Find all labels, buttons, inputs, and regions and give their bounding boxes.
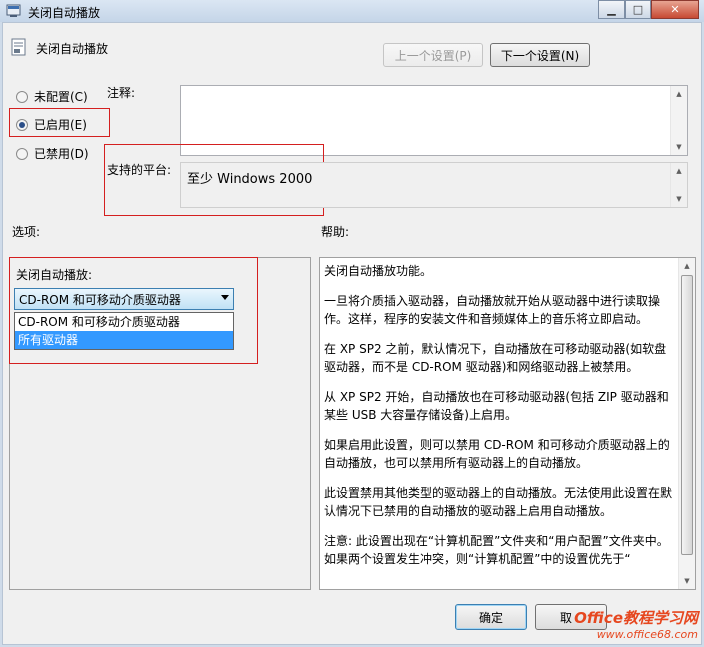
minimize-icon: ▁ bbox=[607, 3, 616, 16]
platform-label: 支持的平台: bbox=[107, 163, 172, 177]
options-label: 关闭自动播放: bbox=[16, 268, 93, 282]
ok-button[interactable]: 确定 bbox=[455, 604, 527, 630]
autoplay-drive-combobox[interactable]: CD-ROM 和可移动介质驱动器 bbox=[14, 288, 234, 310]
help-paragraph: 一旦将介质插入驱动器，自动播放就开始从驱动器中进行读取操作。这样，程序的安装文件… bbox=[324, 294, 661, 326]
window-title: 关闭自动播放 bbox=[28, 6, 101, 20]
help-panel: 关闭自动播放功能。 一旦将介质插入驱动器，自动播放就开始从驱动器中进行读取操作。… bbox=[319, 257, 696, 590]
radio-label: 已禁用(D) bbox=[34, 147, 89, 161]
minimize-button[interactable]: ▁ bbox=[598, 0, 625, 19]
autoplay-drive-dropdown: CD-ROM 和可移动介质驱动器 所有驱动器 bbox=[14, 312, 234, 350]
maximize-icon: □ bbox=[632, 3, 644, 16]
comment-label: 注释: bbox=[107, 86, 136, 100]
scroll-up-icon[interactable]: ▲ bbox=[679, 258, 695, 274]
help-paragraph: 从 XP SP2 开始，自动播放也在可移动驱动器(包括 ZIP 驱动器和某些 U… bbox=[324, 390, 669, 422]
scroll-up-icon[interactable]: ▲ bbox=[671, 163, 687, 179]
radio-enabled[interactable]: 已启用(E) bbox=[16, 116, 87, 133]
help-paragraph: 此设置禁用其他类型的驱动器上的自动播放。无法使用此设置在默认情况下已禁用的自动播… bbox=[324, 486, 673, 518]
policy-title: 关闭自动播放 bbox=[36, 42, 109, 56]
help-scrollbar[interactable]: ▲ ▼ bbox=[678, 258, 695, 589]
help-text: 关闭自动播放功能。 一旦将介质插入驱动器，自动播放就开始从驱动器中进行读取操作。… bbox=[324, 262, 676, 580]
radio-circle bbox=[16, 90, 28, 103]
dropdown-option[interactable]: CD-ROM 和可移动介质驱动器 bbox=[15, 313, 233, 331]
scroll-down-icon[interactable]: ▼ bbox=[671, 139, 687, 155]
radio-label: 未配置(C) bbox=[34, 90, 88, 104]
help-paragraph: 注意: 此设置出现在“计算机配置”文件夹和“用户配置”文件夹中。如果两个设置发生… bbox=[324, 534, 669, 566]
radio-not-configured[interactable]: 未配置(C) bbox=[16, 88, 88, 105]
scroll-thumb[interactable] bbox=[681, 275, 693, 555]
policy-setting-icon bbox=[11, 38, 26, 56]
radio-disabled[interactable]: 已禁用(D) bbox=[16, 145, 89, 162]
next-setting-button[interactable]: 下一个设置(N) bbox=[490, 43, 590, 67]
chevron-down-icon[interactable] bbox=[221, 295, 229, 300]
previous-setting-button[interactable]: 上一个设置(P) bbox=[383, 43, 483, 67]
combobox-value: CD-ROM 和可移动介质驱动器 bbox=[19, 292, 181, 307]
platform-value: 至少 Windows 2000 bbox=[187, 172, 313, 187]
maximize-button[interactable]: □ bbox=[625, 0, 651, 19]
radio-label: 已启用(E) bbox=[34, 118, 87, 132]
close-button[interactable]: ✕ bbox=[651, 0, 699, 19]
close-icon: ✕ bbox=[670, 3, 680, 16]
radio-circle bbox=[16, 147, 28, 160]
scroll-down-icon[interactable]: ▼ bbox=[671, 191, 687, 207]
watermark-url: www.office68.com bbox=[596, 628, 698, 641]
platform-scrollbar[interactable]: ▲ ▼ bbox=[670, 163, 687, 207]
help-paragraph: 关闭自动播放功能。 bbox=[324, 264, 433, 278]
dropdown-option-selected[interactable]: 所有驱动器 bbox=[15, 331, 233, 349]
help-paragraph: 在 XP SP2 之前，默认情况下，自动播放在可移动驱动器(如软盘驱动器，而不是… bbox=[324, 342, 667, 374]
policy-window-icon bbox=[6, 4, 21, 17]
options-header: 选项: bbox=[12, 225, 41, 239]
platform-field: 至少 Windows 2000 ▲ ▼ bbox=[180, 162, 688, 208]
help-header: 帮助: bbox=[321, 225, 350, 239]
scroll-up-icon[interactable]: ▲ bbox=[671, 86, 687, 102]
radio-circle-checked bbox=[16, 118, 28, 131]
help-paragraph: 如果启用此设置，则可以禁用 CD-ROM 和可移动介质驱动器上的自动播放，也可以… bbox=[324, 438, 670, 470]
watermark: Office教程学习网 www.office68.com bbox=[574, 607, 698, 641]
scroll-down-icon[interactable]: ▼ bbox=[679, 573, 695, 589]
watermark-title: Office教程学习网 bbox=[574, 609, 698, 627]
comment-scrollbar[interactable]: ▲ ▼ bbox=[670, 86, 687, 155]
